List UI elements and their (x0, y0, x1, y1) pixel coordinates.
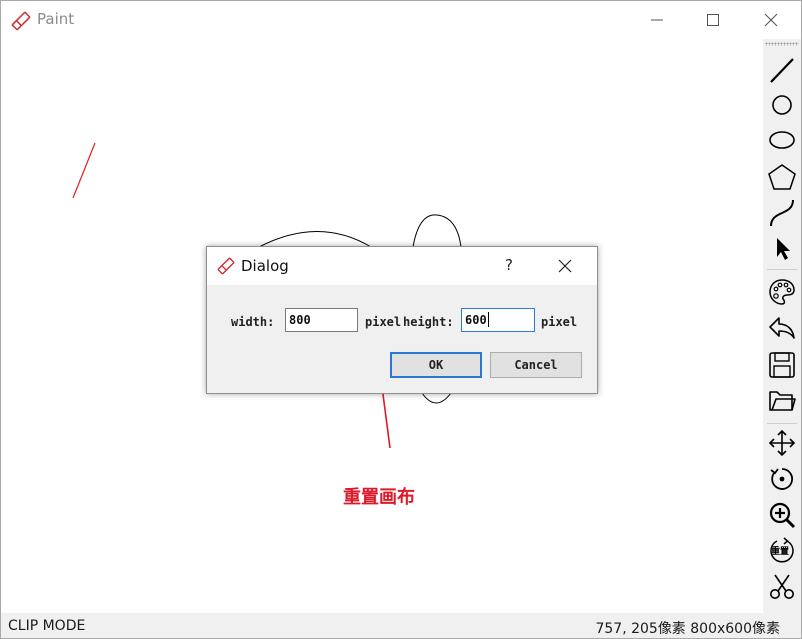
dialog-close-button[interactable] (553, 255, 577, 277)
tool-panel: 重置 (763, 39, 801, 613)
dialog-title-bar[interactable]: Dialog ? (207, 247, 597, 285)
zoom-in[interactable] (765, 498, 799, 532)
palette-icon (769, 279, 795, 305)
width-unit-label: pixel (365, 315, 402, 329)
curve-icon (770, 199, 794, 227)
cancel-button[interactable]: Cancel (490, 352, 582, 378)
curve-tool[interactable] (765, 196, 799, 230)
open[interactable] (765, 383, 799, 417)
pencil-eraser-icon (10, 10, 32, 32)
save-icon (769, 352, 795, 378)
pentagon-icon (768, 164, 796, 190)
rotate[interactable] (765, 462, 799, 496)
save[interactable] (765, 348, 799, 382)
maximize-icon (707, 14, 719, 26)
toolbar-separator (767, 269, 797, 270)
maximize-button[interactable] (698, 7, 728, 33)
line-tool[interactable] (765, 53, 799, 87)
toolbar-separator (767, 423, 797, 424)
move[interactable] (765, 426, 799, 460)
close-button[interactable] (756, 7, 786, 33)
width-label: width: (231, 315, 275, 329)
ellipse-shape-top (412, 214, 462, 248)
pencil-eraser-icon (216, 256, 236, 276)
canvas-size: 800x600像素 (690, 621, 780, 637)
ellipse-tool[interactable] (765, 123, 799, 157)
close-icon (558, 259, 572, 273)
folder-icon (769, 391, 796, 411)
height-value: 600 (465, 313, 487, 327)
undo[interactable] (765, 311, 799, 345)
move-arrows-icon (768, 429, 796, 457)
arc-shape (258, 231, 372, 248)
reset-icon-label: 重置 (771, 547, 790, 557)
zoom-in-icon (769, 502, 796, 529)
circle-tool[interactable] (765, 88, 799, 122)
ellipse-icon (769, 131, 795, 149)
width-input[interactable]: 800 (285, 308, 358, 332)
polygon-tool[interactable] (765, 160, 799, 194)
close-icon (764, 13, 778, 27)
mode-indicator: CLIP MODE (8, 618, 86, 634)
resize-dialog: Dialog ? width: 800 pixel height: 600 pi… (206, 246, 598, 394)
line-icon (770, 58, 794, 83)
reset-canvas[interactable]: 重置 (765, 534, 799, 568)
toolbar-grip[interactable] (765, 42, 799, 46)
status-right: 757, 205像素 800x600像素 (595, 618, 780, 638)
rotate-icon (770, 468, 794, 490)
text-caret (487, 312, 489, 327)
minimize-icon (651, 19, 663, 21)
height-label: height: (403, 315, 454, 329)
circle-icon (772, 95, 792, 115)
height-input[interactable]: 600 (461, 308, 535, 332)
help-button[interactable]: ? (499, 256, 519, 276)
width-value: 800 (289, 313, 311, 327)
undo-arrow-icon (769, 317, 795, 339)
cursor-position: 757, 205像素 (595, 621, 686, 637)
cursor-arrow-icon (777, 238, 790, 260)
ellipse-shape-bottom (421, 392, 452, 404)
red-line-stroke (72, 142, 96, 199)
scissors-icon (770, 574, 794, 599)
minimize-button[interactable] (642, 7, 672, 33)
title-bar[interactable]: Paint (1, 1, 778, 38)
select-tool[interactable] (765, 231, 799, 265)
status-bar: CLIP MODE 757, 205像素 800x600像素 (1, 613, 801, 638)
annotation-label: 重置画布 (343, 487, 415, 508)
dialog-title: Dialog (241, 257, 289, 275)
height-unit-label: pixel (541, 315, 578, 329)
clip[interactable] (765, 570, 799, 604)
color-palette[interactable] (765, 275, 799, 309)
ok-button[interactable]: OK (390, 352, 482, 378)
app-title: Paint (37, 10, 75, 28)
